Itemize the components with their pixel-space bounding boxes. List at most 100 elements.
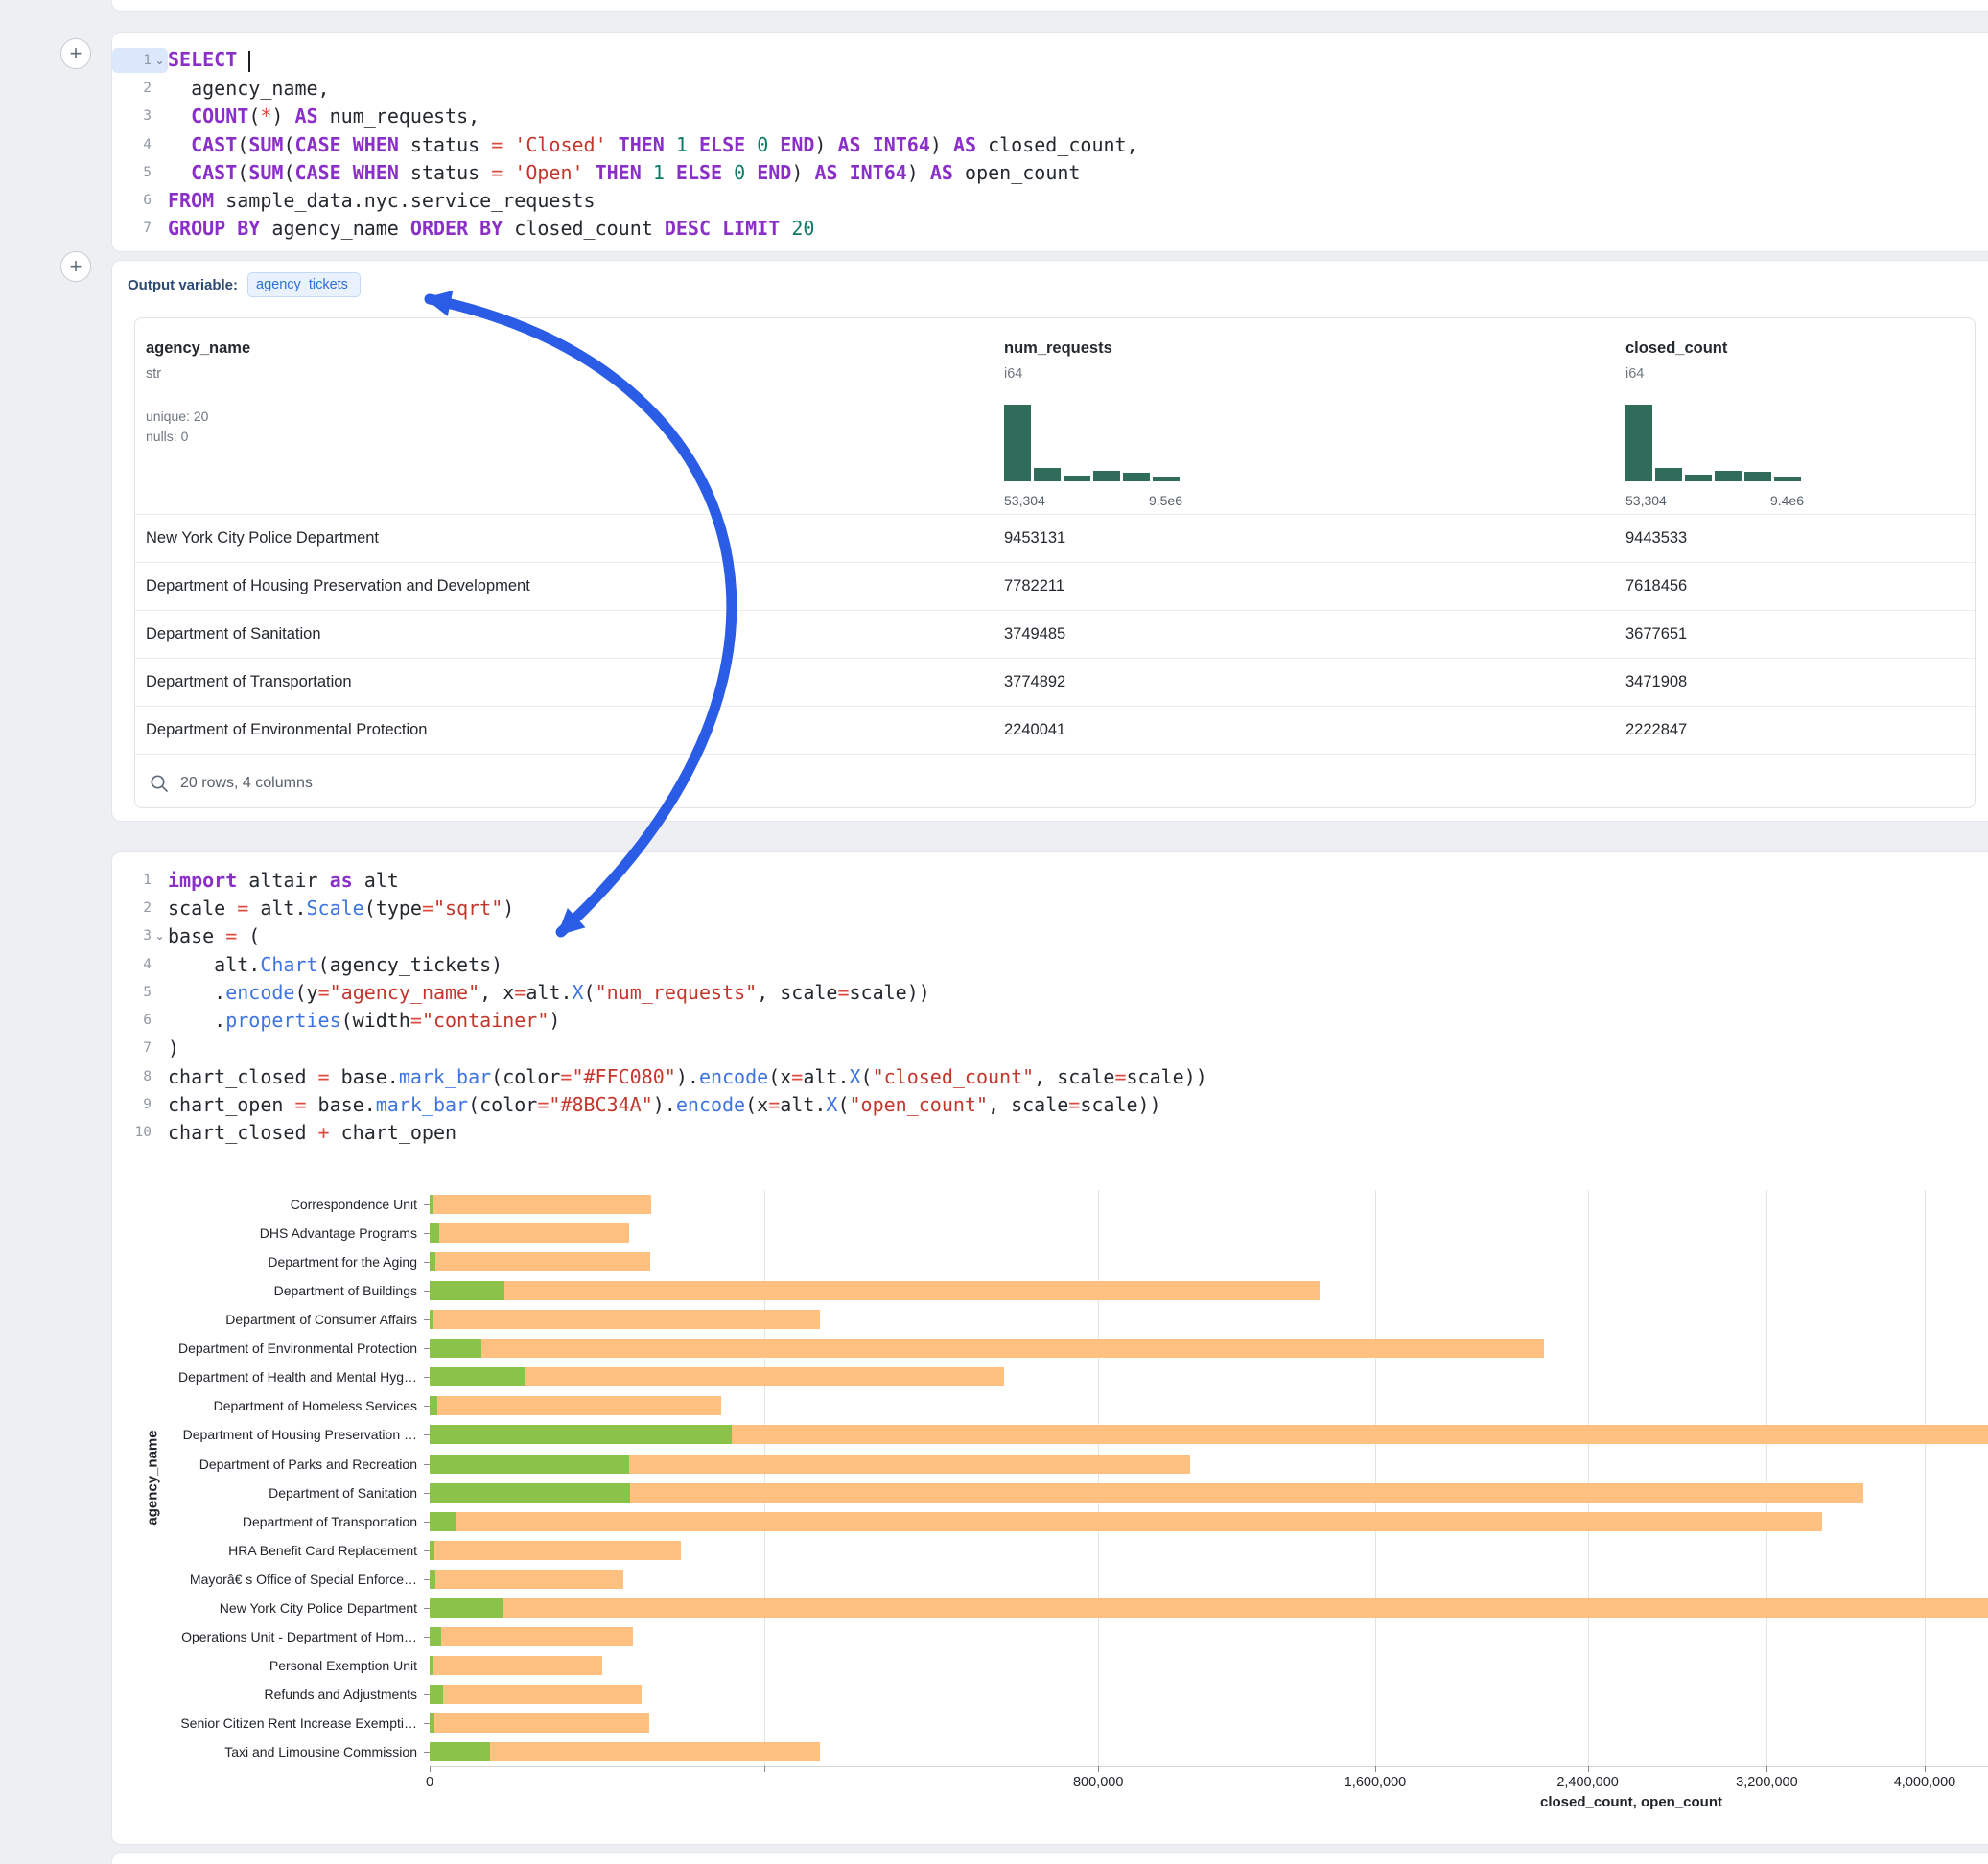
output-variable-chip[interactable]: agency_tickets	[247, 272, 361, 297]
column-type: i64	[1004, 365, 1625, 383]
python-code-editor[interactable]: 1import altair as alt2scale = alt.Scale(…	[112, 852, 1988, 1147]
bar-closed-count[interactable]	[430, 1339, 1544, 1358]
bar-closed-count[interactable]	[430, 1252, 650, 1271]
line-gutter[interactable]: 2	[112, 896, 168, 920]
line-gutter[interactable]: 8	[112, 1064, 168, 1089]
code-line[interactable]: 10chart_closed + chart_open	[112, 1119, 1988, 1147]
code-line[interactable]: 4 alt.Chart(agency_tickets)	[112, 950, 1988, 978]
code-line[interactable]: 5 .encode(y="agency_name", x=alt.X("num_…	[112, 978, 1988, 1006]
line-gutter[interactable]: 2	[112, 76, 168, 101]
code-line[interactable]: 2 agency_name,	[112, 74, 1988, 102]
code-line[interactable]: 3⌄base = (	[112, 922, 1988, 950]
code-line[interactable]: 8chart_closed = base.mark_bar(color="#FF…	[112, 1062, 1988, 1090]
x-axis-tick-label: 0	[426, 1775, 433, 1790]
table-row[interactable]: New York City Police Department945313194…	[135, 514, 1975, 562]
line-gutter[interactable]: 1	[112, 868, 168, 893]
bar-closed-count[interactable]	[430, 1483, 1863, 1503]
bar-open-count[interactable]	[430, 1455, 629, 1474]
bar-open-count[interactable]	[430, 1483, 630, 1503]
bar-open-count[interactable]	[430, 1425, 732, 1444]
line-gutter[interactable]: 1⌄	[112, 48, 168, 73]
bar-closed-count[interactable]	[430, 1223, 629, 1243]
bar-closed-count[interactable]	[430, 1310, 820, 1329]
code-text: import altair as alt	[168, 869, 399, 892]
bar-open-count[interactable]	[430, 1598, 503, 1618]
bar-open-count[interactable]	[430, 1541, 434, 1560]
table-row[interactable]: Department of Housing Preservation and D…	[135, 562, 1975, 610]
add-cell-button-middle[interactable]: +	[60, 251, 91, 282]
fold-caret-icon[interactable]: ⌄	[152, 54, 168, 67]
bar-closed-count[interactable]	[430, 1512, 1822, 1531]
y-axis-label: DHS Advantage Programs	[260, 1224, 417, 1242]
column-header-agency-name[interactable]: agency_name str unique: 20 nulls: 0	[146, 318, 1004, 514]
line-gutter[interactable]: 7	[112, 1036, 168, 1060]
code-line[interactable]: 7)	[112, 1035, 1988, 1062]
bar-open-count[interactable]	[430, 1742, 490, 1761]
line-gutter[interactable]: 5	[112, 160, 168, 185]
x-tick-mark	[1375, 1766, 1376, 1772]
sql-code-editor[interactable]: 1⌄SELECT 2 agency_name,3 COUNT(*) AS num…	[112, 33, 1988, 243]
code-line[interactable]: 1⌄SELECT	[112, 46, 1988, 74]
code-line[interactable]: 1import altair as alt	[112, 866, 1988, 894]
column-header-closed-count[interactable]: closed_count i64 53,304 9.4e6	[1625, 318, 1975, 514]
fold-caret-icon[interactable]: ⌄	[152, 929, 168, 943]
bar-closed-count[interactable]	[430, 1396, 721, 1415]
column-name[interactable]: closed_count	[1625, 338, 1975, 358]
column-header-num-requests[interactable]: num_requests i64 53,304 9.5e6	[1004, 318, 1625, 514]
line-gutter[interactable]: 6	[112, 188, 168, 213]
gridline	[764, 1190, 765, 1766]
line-number: 8	[143, 1069, 152, 1084]
code-line[interactable]: 6 .properties(width="container")	[112, 1006, 1988, 1034]
line-gutter[interactable]: 5	[112, 980, 168, 1005]
bar-open-count[interactable]	[430, 1685, 443, 1704]
bar-open-count[interactable]	[430, 1223, 439, 1243]
line-gutter[interactable]: 3⌄	[112, 923, 168, 948]
add-cell-button-top[interactable]: +	[60, 38, 91, 69]
code-line[interactable]: 5 CAST(SUM(CASE WHEN status = 'Open' THE…	[112, 158, 1988, 186]
bar-closed-count[interactable]	[430, 1281, 1320, 1300]
line-gutter[interactable]: 3	[112, 104, 168, 128]
code-line[interactable]: 7GROUP BY agency_name ORDER BY closed_co…	[112, 215, 1988, 243]
line-gutter[interactable]: 9	[112, 1092, 168, 1117]
y-axis-label: Department of Homeless Services	[214, 1397, 417, 1414]
line-gutter[interactable]: 7	[112, 216, 168, 241]
bar-open-count[interactable]	[430, 1310, 433, 1329]
bar-open-count[interactable]	[430, 1396, 437, 1415]
bar-open-count[interactable]	[430, 1195, 433, 1214]
table-row[interactable]: Department of Transportation377489234719…	[135, 658, 1975, 706]
bar-closed-count[interactable]	[430, 1195, 651, 1214]
bar-open-count[interactable]	[430, 1627, 441, 1646]
bar-open-count[interactable]	[430, 1252, 435, 1271]
search-icon[interactable]	[150, 774, 169, 793]
bar-closed-count[interactable]	[430, 1598, 1988, 1618]
bar-closed-count[interactable]	[430, 1627, 633, 1646]
table-row[interactable]: Department of Environmental Protection22…	[135, 706, 1975, 754]
code-text: .properties(width="container")	[168, 1009, 560, 1032]
sql-cell-card: 1⌄SELECT 2 agency_name,3 COUNT(*) AS num…	[111, 32, 1988, 252]
column-name[interactable]: agency_name	[146, 338, 1004, 358]
line-gutter[interactable]: 10	[112, 1120, 168, 1145]
code-line[interactable]: 9chart_open = base.mark_bar(color="#8BC3…	[112, 1090, 1988, 1118]
column-name[interactable]: num_requests	[1004, 338, 1625, 358]
table-row[interactable]: Department of Sanitation37494853677651	[135, 610, 1975, 658]
bar-open-count[interactable]	[430, 1570, 435, 1589]
bar-closed-count[interactable]	[430, 1656, 602, 1675]
bar-closed-count[interactable]	[430, 1685, 642, 1704]
bar-closed-count[interactable]	[430, 1713, 649, 1733]
bar-open-count[interactable]	[430, 1512, 456, 1531]
histogram-bar	[1715, 471, 1742, 481]
line-gutter[interactable]: 6	[112, 1008, 168, 1033]
bar-closed-count[interactable]	[430, 1570, 623, 1589]
bar-open-count[interactable]	[430, 1656, 433, 1675]
line-gutter[interactable]: 4	[112, 132, 168, 157]
code-line[interactable]: 2scale = alt.Scale(type="sqrt")	[112, 894, 1988, 921]
bar-open-count[interactable]	[430, 1713, 434, 1733]
code-line[interactable]: 3 COUNT(*) AS num_requests,	[112, 103, 1988, 130]
code-line[interactable]: 6FROM sample_data.nyc.service_requests	[112, 186, 1988, 214]
code-line[interactable]: 4 CAST(SUM(CASE WHEN status = 'Closed' T…	[112, 130, 1988, 158]
line-gutter[interactable]: 4	[112, 952, 168, 977]
bar-open-count[interactable]	[430, 1367, 525, 1386]
bar-open-count[interactable]	[430, 1281, 504, 1300]
bar-closed-count[interactable]	[430, 1541, 681, 1560]
bar-open-count[interactable]	[430, 1339, 481, 1358]
